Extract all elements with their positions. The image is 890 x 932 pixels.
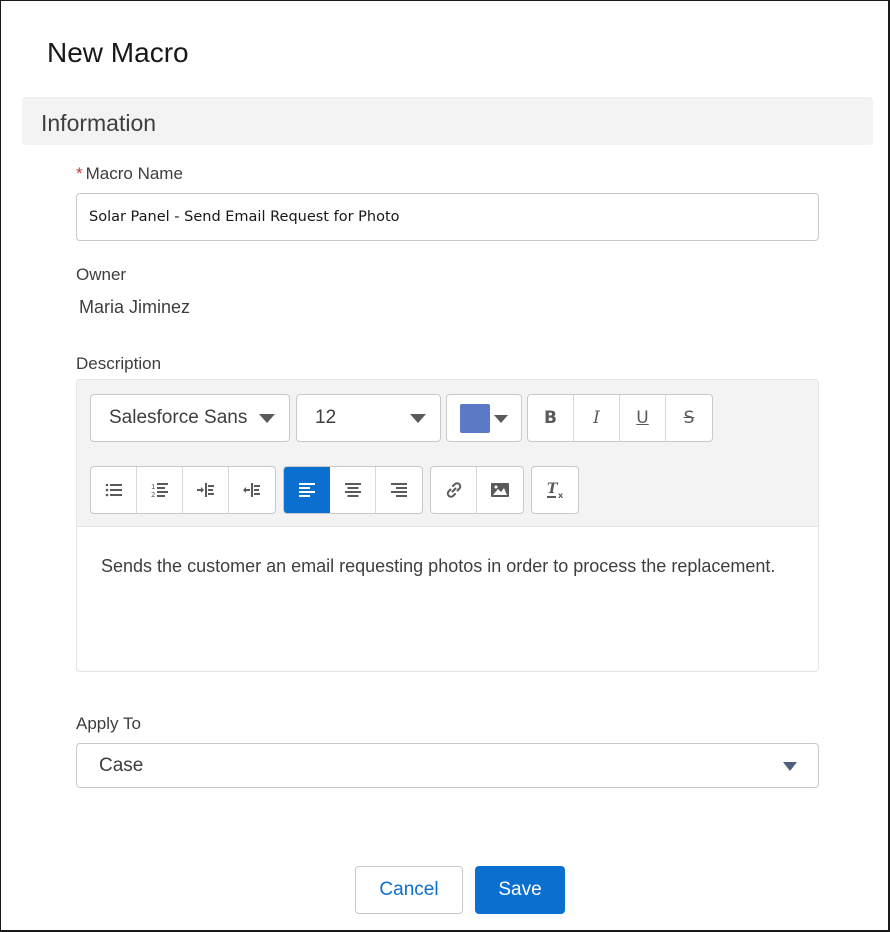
color-swatch — [460, 404, 490, 433]
font-size-select[interactable]: 12 — [296, 394, 441, 442]
chevron-down-icon — [259, 414, 275, 423]
bold-button[interactable]: B — [528, 395, 574, 441]
apply-to-select[interactable]: Case — [76, 743, 819, 788]
clear-formatting-button[interactable]: Tx — [532, 467, 578, 513]
bulleted-list-button[interactable] — [91, 467, 137, 513]
apply-to-label: Apply To — [76, 714, 141, 733]
align-center-icon — [344, 483, 361, 497]
section-title: Information — [41, 110, 157, 136]
macro-name-label-text: Macro Name — [85, 164, 183, 183]
outdent-icon — [243, 483, 260, 497]
list-button-group: 12 — [90, 466, 276, 514]
macro-name-input[interactable]: Solar Panel - Send Email Request for Pho… — [76, 193, 819, 241]
format-button-group: B I U S — [527, 394, 713, 442]
chevron-down-icon — [783, 762, 797, 771]
outdent-button[interactable] — [229, 467, 275, 513]
strikethrough-button[interactable]: S — [666, 395, 712, 441]
align-button-group — [283, 466, 423, 514]
clear-formatting-icon: Tx — [547, 481, 564, 500]
required-marker: * — [76, 164, 83, 183]
numbered-list-icon: 12 — [151, 483, 168, 499]
align-right-button[interactable] — [376, 467, 422, 513]
modal-dialog: New Macro Information * Macro Name Solar … — [0, 0, 890, 932]
font-size-value: 12 — [315, 407, 337, 428]
align-left-icon — [298, 483, 315, 497]
svg-text:2: 2 — [151, 491, 155, 499]
owner-value: Maria Jiminez — [79, 297, 191, 317]
bold-icon: B — [544, 408, 557, 428]
insert-link-button[interactable] — [431, 467, 477, 513]
text-color-picker[interactable] — [446, 394, 522, 442]
save-button[interactable]: Save — [475, 866, 565, 914]
clear-format-group: Tx — [531, 466, 579, 514]
underline-icon: U — [636, 408, 649, 428]
align-right-icon — [391, 483, 407, 497]
align-center-button[interactable] — [330, 467, 376, 513]
link-icon — [446, 482, 461, 498]
underline-button[interactable]: U — [620, 395, 666, 441]
bulleted-list-icon — [105, 483, 122, 497]
chevron-down-icon — [494, 415, 508, 423]
italic-button[interactable]: I — [574, 395, 620, 441]
italic-icon: I — [593, 408, 600, 428]
numbered-list-button[interactable]: 12 — [137, 467, 183, 513]
cancel-button[interactable]: Cancel — [355, 866, 463, 914]
dialog-title: New Macro — [47, 37, 189, 68]
chevron-down-icon — [410, 414, 426, 423]
description-editor-body[interactable]: Sends the customer an email requesting p… — [101, 552, 801, 581]
indent-icon — [196, 483, 214, 497]
indent-button[interactable] — [183, 467, 229, 513]
font-family-value: Salesforce Sans — [109, 407, 248, 428]
owner-label: Owner — [76, 265, 127, 284]
image-icon — [491, 483, 509, 497]
description-label: Description — [76, 354, 162, 373]
insert-image-button[interactable] — [477, 467, 523, 513]
macro-name-label: * Macro Name — [76, 164, 183, 184]
apply-to-value: Case — [99, 755, 144, 776]
strikethrough-icon: S — [683, 408, 695, 428]
svg-text:1: 1 — [151, 483, 155, 491]
svg-text:x: x — [558, 491, 564, 500]
editor-toolbar: Salesforce Sans 12 B I U S 1 2 T x — [77, 380, 818, 527]
section-header-information: Information — [22, 97, 873, 145]
align-left-button[interactable] — [284, 467, 330, 513]
description-rich-text-editor: Salesforce Sans 12 B I U S 1 2 T x Sends… — [76, 379, 819, 672]
insert-button-group — [430, 466, 524, 514]
font-family-select[interactable]: Salesforce Sans — [90, 394, 290, 442]
